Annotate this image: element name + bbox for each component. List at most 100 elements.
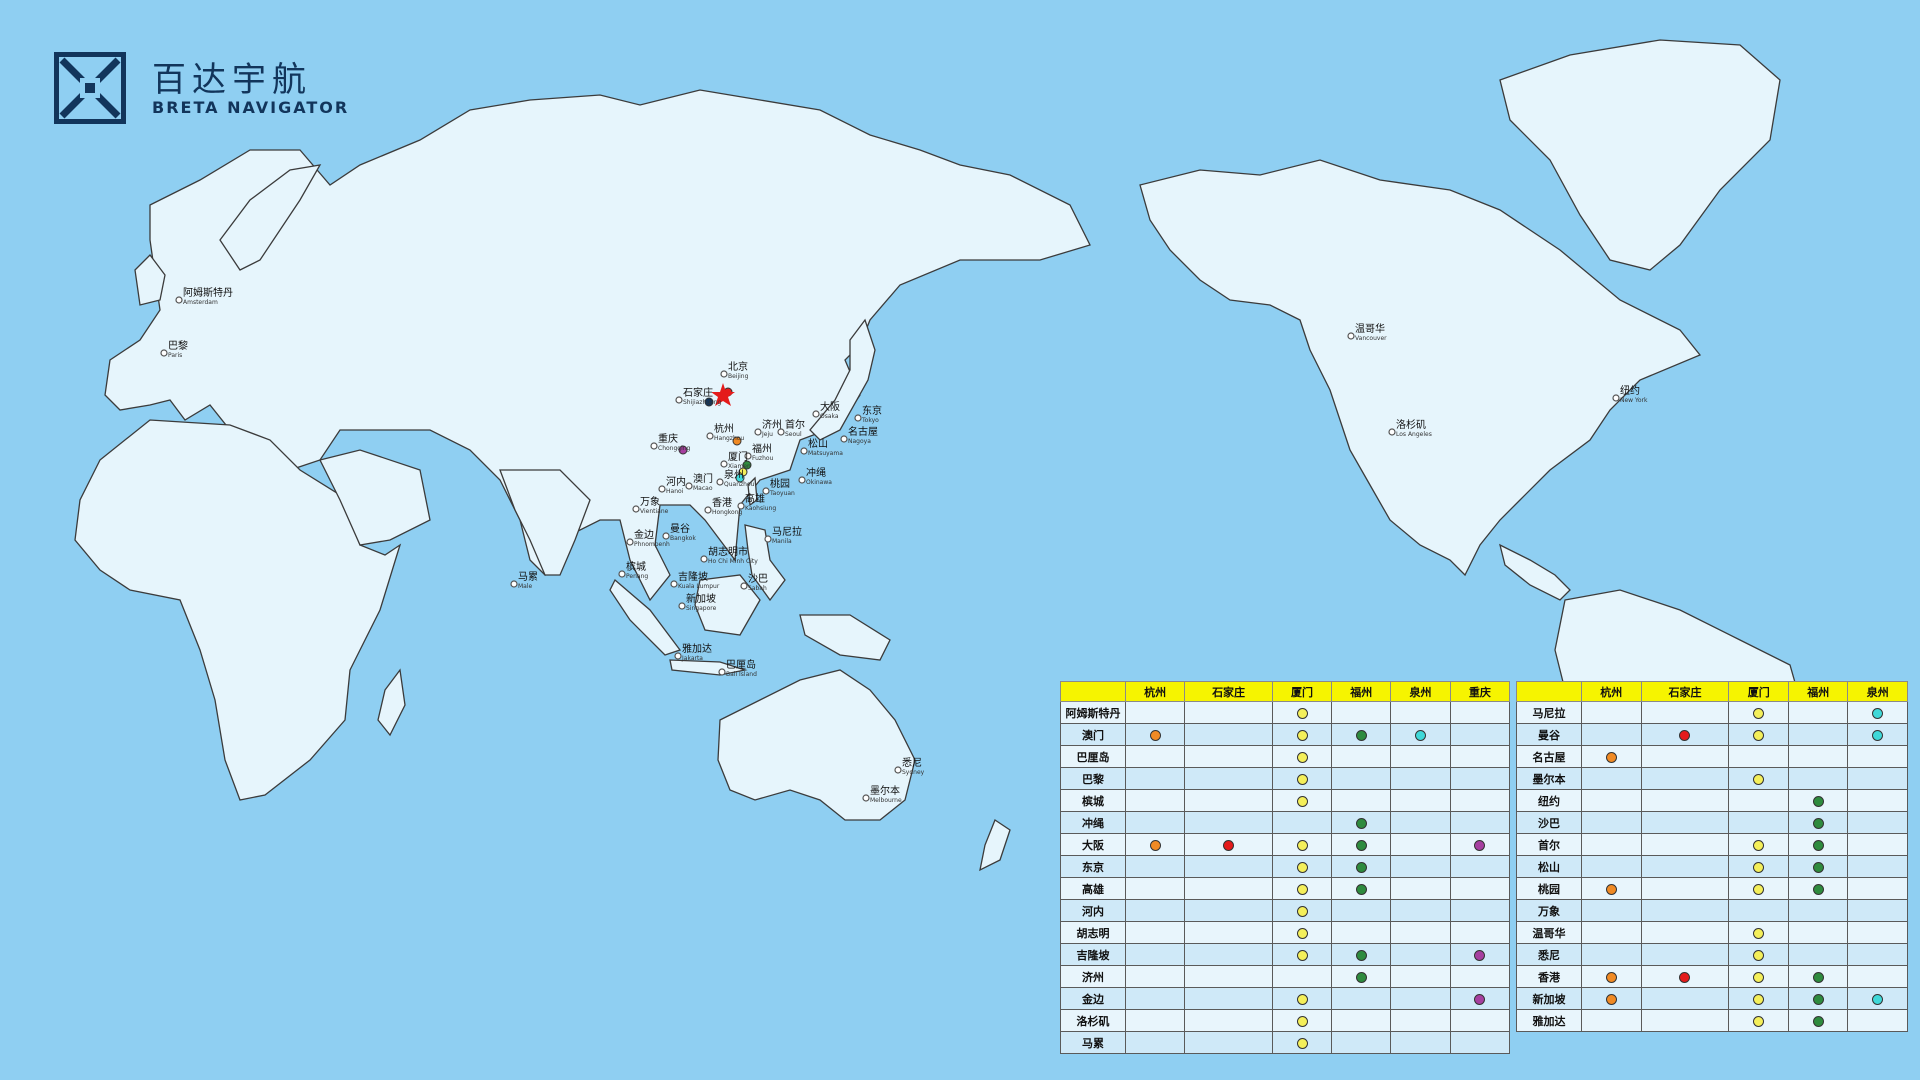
table-row[interactable]: 新加坡 — [1516, 987, 1908, 1010]
city-marker[interactable]: 冲绳Okinawa — [798, 466, 832, 486]
city-marker[interactable]: 名古屋Nagoya — [840, 425, 878, 445]
row-city-name: 河内 — [1060, 899, 1126, 922]
route-cell — [1271, 811, 1333, 834]
table-row[interactable]: 雅加达 — [1516, 1009, 1908, 1032]
route-dot-icon — [1605, 994, 1617, 1005]
row-city-name: 沙巴 — [1516, 811, 1582, 834]
city-dot — [812, 410, 820, 418]
table-row[interactable]: 纽约 — [1516, 789, 1908, 812]
table-row[interactable]: 温哥华 — [1516, 921, 1908, 944]
row-city-name: 洛杉矶 — [1060, 1009, 1126, 1032]
table-row[interactable]: 金边 — [1060, 987, 1511, 1010]
route-cell — [1449, 943, 1511, 966]
table-row[interactable]: 巴厘岛 — [1060, 745, 1511, 768]
table-row[interactable]: 东京 — [1060, 855, 1511, 878]
table-row[interactable]: 首尔 — [1516, 833, 1908, 856]
table-row[interactable]: 桃园 — [1516, 877, 1908, 900]
route-cell — [1787, 811, 1849, 834]
route-cell — [1390, 921, 1451, 944]
city-dot — [1347, 332, 1355, 340]
route-dot-icon — [1679, 730, 1691, 741]
city-dot — [662, 532, 670, 540]
route-cell — [1581, 745, 1642, 768]
table-row[interactable]: 济州 — [1060, 965, 1511, 988]
table-row[interactable]: 阿姆斯特丹 — [1060, 701, 1511, 724]
route-cell — [1124, 987, 1186, 1010]
city-label-en: Hongkong — [712, 509, 743, 516]
city-marker[interactable]: 东京Tokyo — [854, 404, 882, 424]
table-row[interactable]: 澳门 — [1060, 723, 1511, 746]
city-marker[interactable]: 新加坡Singapore — [678, 592, 717, 612]
city-marker[interactable]: 槟城Penang — [618, 560, 648, 580]
route-cell — [1124, 1009, 1186, 1032]
table-row[interactable]: 胡志明 — [1060, 921, 1511, 944]
route-dot-icon — [1753, 708, 1765, 719]
city-dot — [650, 442, 658, 450]
header-corner — [1516, 681, 1582, 702]
city-marker[interactable]: 曼谷Bangkok — [662, 523, 696, 542]
table-row[interactable]: 洛杉矶 — [1060, 1009, 1511, 1032]
table-row[interactable]: 曼谷 — [1516, 723, 1908, 746]
city-marker[interactable]: 马累Male — [510, 571, 538, 590]
table-row[interactable]: 冲绳 — [1060, 811, 1511, 834]
city-dot — [175, 296, 183, 304]
route-cell — [1787, 921, 1849, 944]
route-dot-icon — [1149, 730, 1161, 741]
route-cell — [1331, 943, 1392, 966]
route-cell — [1449, 723, 1511, 746]
row-city-name: 纽约 — [1516, 789, 1582, 812]
route-dot-icon — [1872, 708, 1884, 719]
table-row[interactable]: 名古屋 — [1516, 745, 1908, 768]
table-row[interactable]: 高雄 — [1060, 877, 1511, 900]
route-cell — [1390, 855, 1451, 878]
route-cell — [1581, 921, 1642, 944]
route-dot-icon — [1296, 994, 1308, 1005]
route-cell — [1124, 899, 1186, 922]
table-row[interactable]: 沙巴 — [1516, 811, 1908, 834]
column-header: 泉州 — [1847, 681, 1908, 702]
city-marker[interactable]: 桃园Taoyuan — [762, 477, 795, 497]
route-cell — [1331, 767, 1392, 790]
table-row[interactable]: 万象 — [1516, 899, 1908, 922]
row-city-name: 松山 — [1516, 855, 1582, 878]
city-dot — [674, 652, 682, 660]
route-cell — [1640, 855, 1730, 878]
table-row[interactable]: 松山 — [1516, 855, 1908, 878]
route-cell — [1449, 965, 1511, 988]
table-row[interactable]: 墨尔本 — [1516, 767, 1908, 790]
row-city-name: 金边 — [1060, 987, 1126, 1010]
logo-mark-icon — [53, 51, 127, 125]
table-row[interactable]: 巴黎 — [1060, 767, 1511, 790]
row-city-name: 温哥华 — [1516, 921, 1582, 944]
table-row[interactable]: 马累 — [1060, 1031, 1511, 1054]
route-cell — [1787, 789, 1849, 812]
city-label-en: Jeju — [761, 431, 773, 438]
table-row[interactable]: 马尼拉 — [1516, 701, 1908, 724]
table-row[interactable]: 槟城 — [1060, 789, 1511, 812]
city-marker[interactable]: 马尼拉Manila — [764, 525, 802, 545]
route-cell — [1271, 877, 1333, 900]
table-row[interactable]: 大阪 — [1060, 833, 1511, 856]
row-city-name: 大阪 — [1060, 833, 1126, 856]
table-row[interactable]: 河内 — [1060, 899, 1511, 922]
route-dot-icon — [1753, 994, 1765, 1005]
city-marker[interactable]: 雅加达Jakarta — [674, 642, 712, 662]
route-cell — [1847, 899, 1908, 922]
route-cell — [1449, 921, 1511, 944]
city-marker[interactable]: 松山Matsuyama — [800, 437, 843, 457]
route-cell — [1728, 921, 1789, 944]
table-row[interactable]: 香港 — [1516, 965, 1908, 988]
route-cell — [1271, 767, 1333, 790]
brand-name-zh: 百达宇航 — [152, 60, 312, 100]
route-cell — [1390, 767, 1451, 790]
table-row[interactable]: 悉尼 — [1516, 943, 1908, 966]
row-city-name: 首尔 — [1516, 833, 1582, 856]
city-label-zh: 香港 — [712, 497, 732, 509]
city-label-zh: 沙巴 — [748, 573, 768, 585]
route-cell — [1331, 965, 1392, 988]
city-marker[interactable]: 洛杉矶Los Angeles — [1388, 418, 1432, 438]
table-row[interactable]: 吉隆坡 — [1060, 943, 1511, 966]
route-dot-icon — [1474, 950, 1486, 961]
row-city-name: 巴厘岛 — [1060, 745, 1126, 768]
route-dot-icon — [1812, 884, 1824, 895]
